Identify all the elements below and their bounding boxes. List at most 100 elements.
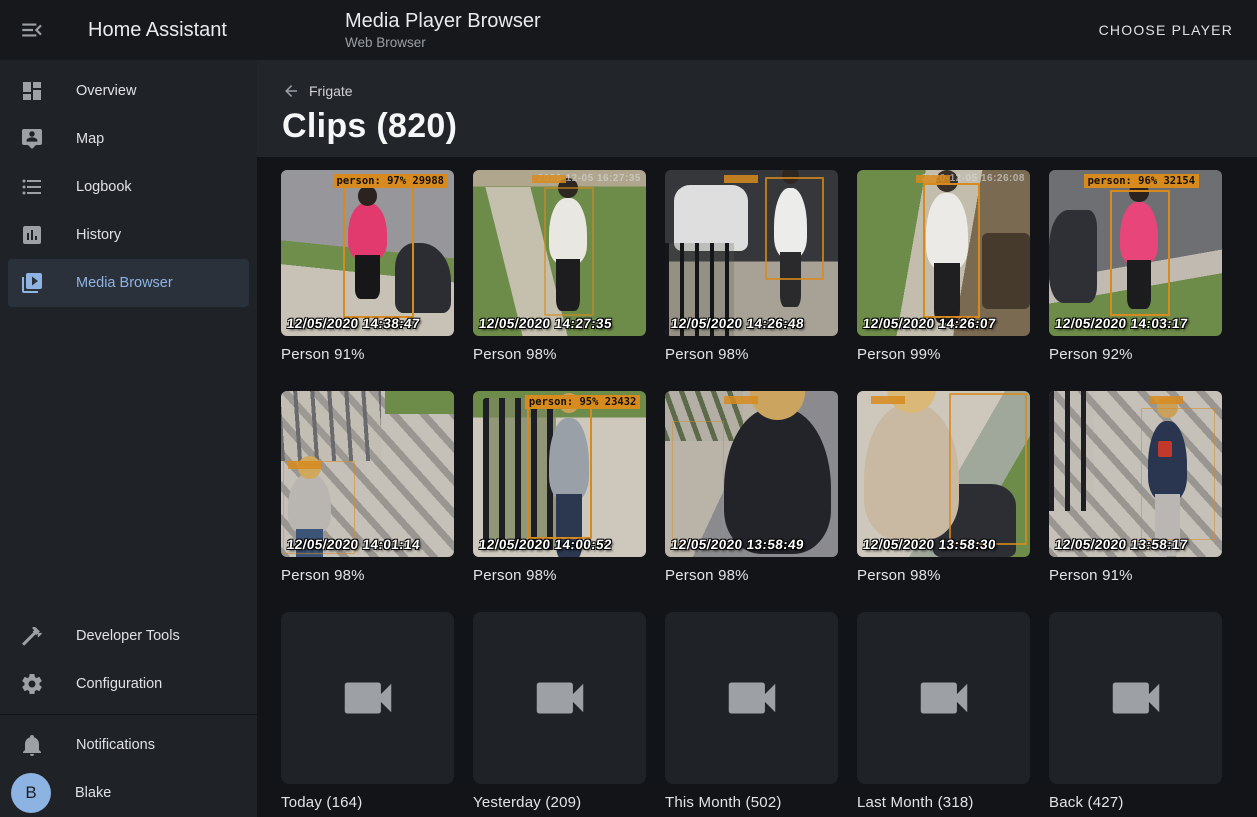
clip-label: Person 98% [665, 567, 838, 584]
sidebar-item-notifications[interactable]: Notifications [0, 721, 257, 769]
person-figure [724, 408, 831, 554]
scene-decor [674, 185, 748, 251]
clip-timestamp: 12/05/2020 13:58:49 [670, 537, 805, 552]
video-icon [721, 667, 783, 729]
panel-title: Media Player Browser [345, 9, 541, 33]
clip-card[interactable]: 12/05/2020 14:01:14 Person 98% [281, 391, 454, 584]
clip-card[interactable]: person: 97% 29988 12/05/2020 14:38:47 Pe… [281, 170, 454, 363]
folder-thumbnail [473, 612, 646, 784]
clip-thumbnail: person: 95% 23432 12/05/2020 14:00:52 [473, 391, 646, 557]
clip-label: Person 98% [857, 567, 1030, 584]
hammer-icon [20, 624, 44, 648]
clip-timestamp: 12/05/2020 14:38:47 [286, 316, 421, 331]
clip-label: Person 98% [473, 567, 646, 584]
main-content: Frigate Clips (820) person: 97% 29988 12… [257, 60, 1257, 817]
sidebar-item-map[interactable]: Map [0, 115, 257, 163]
gear-icon [20, 672, 44, 696]
folder-card-last-month[interactable]: Last Month (318) [857, 612, 1030, 811]
scene-decor [982, 233, 1030, 309]
sidebar-item-developer-tools[interactable]: Developer Tools [0, 612, 257, 660]
sidebar-item-overview[interactable]: Overview [0, 67, 257, 115]
clip-thumbnail: 12/05/2020 13:58:30 [857, 391, 1030, 557]
sidebar-item-label: Notifications [76, 737, 155, 753]
clip-card[interactable]: 12/05/2020 14:26:48 Person 98% [665, 170, 838, 363]
folder-thumbnail [857, 612, 1030, 784]
clip-thumbnail: person: 97% 29988 12/05/2020 14:38:47 [281, 170, 454, 336]
clip-card[interactable]: 12/05/2020 13:58:17 Person 91% [1049, 391, 1222, 584]
tooltip-account-icon [20, 127, 44, 151]
clip-card[interactable]: person: 96% 32154 12/05/2020 14:03:17 Pe… [1049, 170, 1222, 363]
sidebar-item-label: Map [76, 131, 104, 147]
folder-card-today[interactable]: Today (164) [281, 612, 454, 811]
sidebar-item-label: History [76, 227, 121, 243]
detection-chip [288, 461, 322, 469]
page-title: Clips (820) [282, 107, 1257, 146]
detection-box [544, 187, 594, 316]
video-icon [529, 667, 591, 729]
detection-chip [532, 175, 566, 183]
clip-thumbnail: 12/05/2020 13:58:49 [665, 391, 838, 557]
detection-chip [724, 396, 758, 404]
sidebar-item-label: Logbook [76, 179, 132, 195]
folder-label: Today (164) [281, 794, 454, 811]
detection-box [1141, 408, 1215, 541]
clip-timestamp: 12/05/2020 14:26:07 [862, 316, 997, 331]
folder-card-back[interactable]: Back (427) [1049, 612, 1222, 811]
clip-label: Person 98% [473, 346, 646, 363]
sidebar-item-configuration[interactable]: Configuration [0, 660, 257, 708]
folder-label: This Month (502) [665, 794, 838, 811]
avatar: B [11, 773, 51, 813]
sidebar-item-history[interactable]: History [0, 211, 257, 259]
clip-card[interactable]: 12/05/2020 13:58:30 Person 98% [857, 391, 1030, 584]
breadcrumb[interactable]: Frigate [282, 82, 353, 100]
menu-open-icon[interactable] [18, 18, 46, 42]
folder-card-this-month[interactable]: This Month (502) [665, 612, 838, 811]
play-box-multiple-icon [20, 271, 44, 295]
detection-chip: person: 96% 32154 [1084, 174, 1199, 188]
clip-thumbnail: person: 96% 32154 12/05/2020 14:03:17 [1049, 170, 1222, 336]
clip-thumbnail: 12/05/2020 13:58:17 [1049, 391, 1222, 557]
clip-card[interactable]: 2020-12-05 16:26:08 12/05/2020 14:26:07 … [857, 170, 1030, 363]
clip-timestamp: 12/05/2020 14:03:17 [1054, 316, 1189, 331]
dashboard-icon [20, 79, 44, 103]
sidebar-item-media-browser[interactable]: Media Browser [8, 259, 249, 307]
folder-label: Last Month (318) [857, 794, 1030, 811]
clip-card[interactable]: 2020-12-05 16:27:35 12/05/2020 14:27:35 … [473, 170, 646, 363]
folder-card-yesterday[interactable]: Yesterday (209) [473, 612, 646, 811]
detection-box [949, 393, 1027, 546]
detection-box [923, 183, 980, 317]
video-icon [337, 667, 399, 729]
detection-chip [1149, 396, 1183, 404]
clip-card[interactable]: person: 95% 23432 12/05/2020 14:00:52 Pe… [473, 391, 646, 584]
clip-label: Person 99% [857, 346, 1030, 363]
sidebar-item-label: Configuration [76, 676, 162, 692]
sidebar-item-logbook[interactable]: Logbook [0, 163, 257, 211]
user-name: Blake [75, 785, 111, 801]
sidebar-divider [0, 714, 257, 715]
clip-timestamp: 12/05/2020 13:58:17 [1054, 537, 1189, 552]
clip-timestamp: 12/05/2020 13:58:30 [862, 537, 997, 552]
detection-chip [916, 175, 950, 183]
clip-label: Person 91% [1049, 567, 1222, 584]
person-figure [864, 404, 959, 540]
media-browser-header: Frigate Clips (820) [257, 60, 1257, 157]
panel-subtitle: Web Browser [345, 35, 541, 50]
clip-thumbnail: 12/05/2020 14:01:14 [281, 391, 454, 557]
detection-chip [724, 175, 758, 183]
clip-timestamp: 12/05/2020 14:01:14 [286, 537, 421, 552]
clip-card[interactable]: 12/05/2020 13:58:49 Person 98% [665, 391, 838, 584]
detection-box [672, 421, 724, 544]
sidebar-item-profile[interactable]: B Blake [0, 769, 257, 817]
sidebar-spacer [0, 307, 257, 612]
sidebar-item-label: Developer Tools [76, 628, 180, 644]
folder-thumbnail [665, 612, 838, 784]
folder-thumbnail [1049, 612, 1222, 784]
choose-player-button[interactable]: CHOOSE PLAYER [1091, 0, 1241, 60]
clip-timestamp: 12/05/2020 14:26:48 [670, 316, 805, 331]
folder-label: Yesterday (209) [473, 794, 646, 811]
detection-chip [871, 396, 905, 404]
video-icon [1105, 667, 1167, 729]
detection-chip: person: 95% 23432 [525, 395, 640, 409]
detection-box [765, 177, 824, 280]
scene-decor [1049, 391, 1094, 511]
